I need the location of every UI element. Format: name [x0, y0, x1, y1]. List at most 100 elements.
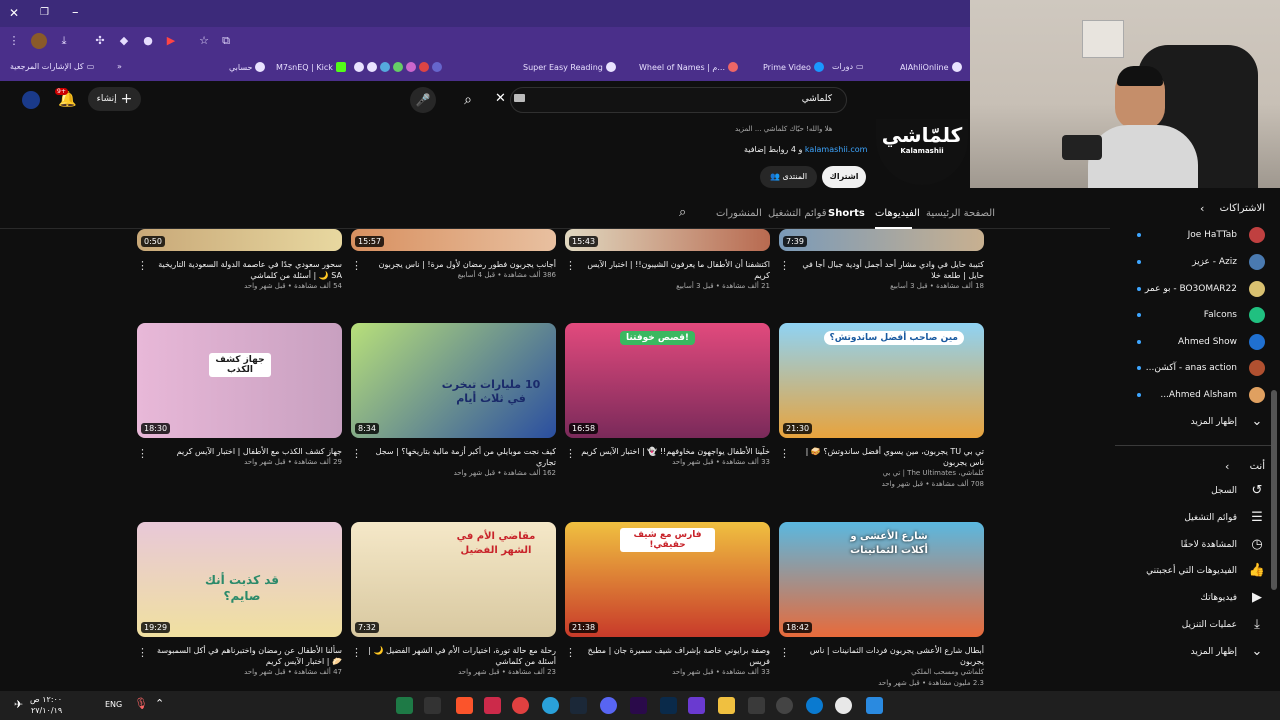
tab-shorts[interactable]: Shorts	[828, 208, 865, 219]
video-thumbnail[interactable]: قصص خوفتنا! 16:58	[565, 323, 770, 438]
more-options-icon[interactable]: ⋮	[137, 259, 148, 272]
profile-avatar-icon[interactable]	[31, 33, 47, 49]
app-icon[interactable]	[688, 697, 705, 714]
start-icon[interactable]	[866, 697, 883, 714]
video-thumbnail[interactable]: شارع الأعشى و أكلات الثمانينات 18:42	[779, 522, 984, 637]
account-avatar[interactable]	[22, 91, 40, 109]
video-thumbnail[interactable]: قد كذبت أنك صايم؟ 19:29	[137, 522, 342, 637]
more-options-icon[interactable]: ⋮	[565, 447, 576, 460]
sidebar-sub-item[interactable]: Falcons	[1115, 303, 1265, 327]
sidebar-sub-item[interactable]: Ahmed Show	[1115, 330, 1265, 354]
sidebar-item-history[interactable]: ↺ السجل	[1115, 479, 1265, 503]
you-header[interactable]: أنت ›	[1115, 454, 1265, 478]
premiere-icon[interactable]	[630, 697, 647, 714]
extension-icon[interactable]: ◆	[116, 33, 132, 49]
subscriptions-header[interactable]: الاشتراكات ›	[1115, 196, 1265, 220]
app-icon[interactable]	[424, 697, 441, 714]
voice-search-icon[interactable]: 🎤	[410, 87, 436, 113]
video-card[interactable]: مين صاحب أفضل ساندوتش؟ 21:30 تي بي TU يج…	[779, 323, 984, 490]
video-thumbnail[interactable]: فارس مع شيف حقيقي! 21:38	[565, 522, 770, 637]
video-thumbnail[interactable]: مين صاحب أفضل ساندوتش؟ 21:30	[779, 323, 984, 438]
brave-icon[interactable]	[456, 697, 473, 714]
video-channel[interactable]: كلماشي، The Ultimates | تي بي	[779, 468, 984, 479]
extensions-icon[interactable]: ✣	[92, 33, 108, 49]
more-options-icon[interactable]: ⋮	[351, 259, 362, 272]
more-options-icon[interactable]: ⋮	[565, 259, 576, 272]
video-card[interactable]: 15:43 اكتشفنا أن الأطفال ما يعرفون الشيب…	[565, 229, 770, 292]
more-options-icon[interactable]: ⋮	[779, 447, 790, 460]
video-channel[interactable]: كلماشي ومسحب الملكي	[779, 667, 984, 678]
sidebar-sub-item[interactable]: Joe HaTTab	[1115, 223, 1265, 247]
tab-home[interactable]: الصفحة الرئيسية	[926, 208, 995, 219]
app-icon[interactable]	[512, 697, 529, 714]
video-thumbnail[interactable]: مقاضي الأم في الشهر الفضيل 7:32	[351, 522, 556, 637]
search-icon[interactable]: ⌕	[455, 87, 481, 113]
more-options-icon[interactable]: ⋮	[779, 259, 790, 272]
video-title[interactable]: كتيبة حايل في وادي مشار أحد أجمل أودية ج…	[779, 259, 984, 281]
channel-logo[interactable]: كلمّاشي Kalamashii	[876, 119, 968, 185]
telegram-icon[interactable]	[542, 697, 559, 714]
bookmark-item[interactable]: AlAhliOnline	[900, 62, 962, 72]
channel-search-icon[interactable]: ⌕	[679, 205, 686, 220]
video-card[interactable]: جهاز كشف الكذب 18:30 جهاز كشف الكذب مع ا…	[137, 323, 342, 468]
video-card[interactable]: 0:50 سحور سعودي جدًا في عاصمة الدولة الس…	[137, 229, 342, 292]
file-explorer-icon[interactable]	[718, 697, 735, 714]
show-more-subscriptions[interactable]: ⌄ إظهار المزيد	[1115, 410, 1265, 434]
tab-videos[interactable]: الفيديوهات	[875, 208, 920, 219]
create-button[interactable]: إنشاء +	[88, 87, 141, 111]
restore-window-icon[interactable]: ❐	[40, 7, 49, 18]
app-icon[interactable]	[484, 697, 501, 714]
steam-icon[interactable]	[570, 697, 587, 714]
sidebar-item-watch-later[interactable]: ◷ المشاهدة لاحقًا	[1115, 533, 1265, 557]
edge-icon[interactable]	[806, 697, 823, 714]
channel-description[interactable]: هلا والله! حيّاك كلماشي ... المزيد	[735, 125, 832, 133]
bookmark-item[interactable]: دورات ▭	[832, 62, 864, 71]
excel-icon[interactable]	[396, 697, 413, 714]
video-title[interactable]: أجانب يجربون فطور رمضان لأول مرة! | ناس …	[351, 259, 556, 270]
video-title[interactable]: اكتشفنا أن الأطفال ما يعرفون الشيبون!! |…	[565, 259, 770, 281]
video-title[interactable]: تي بي TU يجربون، مين يسوي أفضل ساندوتش؟ …	[779, 446, 984, 468]
photoshop-icon[interactable]	[660, 697, 677, 714]
scrollbar[interactable]	[1271, 390, 1277, 590]
bookmark-item[interactable]: Super Easy Reading	[523, 62, 616, 72]
discord-icon[interactable]	[600, 697, 617, 714]
video-card[interactable]: 10 مليارات تبخرت في ثلاث أيام 8:34 كيف ن…	[351, 323, 556, 479]
install-app-icon[interactable]: ⧉	[218, 33, 234, 49]
video-card[interactable]: فارس مع شيف حقيقي! 21:38 وصفة برايوني خا…	[565, 522, 770, 678]
video-title[interactable]: رحلة مع حالة تورة، اختيارات الأم في الشه…	[351, 645, 556, 667]
more-bookmarks-icon[interactable]: »	[117, 62, 122, 71]
more-options-icon[interactable]: ⋮	[137, 646, 148, 659]
youtube-extension-icon[interactable]: ▶	[163, 33, 179, 49]
tab-playlists[interactable]: قوائم التشغيل	[768, 208, 827, 219]
store-icon[interactable]	[748, 697, 765, 714]
show-more-you[interactable]: ⌄ إظهار المزيد	[1115, 640, 1265, 664]
clear-search-icon[interactable]: ✕	[495, 91, 506, 106]
keyboard-icon[interactable]	[514, 94, 525, 102]
sidebar-item-downloads[interactable]: ⤓ عمليات التنزيل	[1115, 613, 1265, 637]
sidebar-item-liked[interactable]: 👍 الفيديوهات التي أعجبتني	[1115, 559, 1265, 583]
sidebar-sub-item[interactable]: Ahmed Alsham...	[1115, 383, 1265, 407]
video-thumbnail[interactable]: 10 مليارات تبخرت في ثلاث أيام 8:34	[351, 323, 556, 438]
video-title[interactable]: وصفة برايوني خاصة بإشراف شيف سميرة جان |…	[565, 645, 770, 667]
minimize-window-icon[interactable]: –	[72, 5, 79, 20]
more-options-icon[interactable]: ⋮	[351, 646, 362, 659]
more-options-icon[interactable]: ⋮	[351, 447, 362, 460]
bookmark-star-icon[interactable]: ☆	[196, 33, 212, 49]
tab-posts[interactable]: المنشورات	[716, 208, 762, 219]
video-card[interactable]: شارع الأعشى و أكلات الثمانينات 18:42 أبط…	[779, 522, 984, 689]
clock[interactable]: ١٢:٠٠ ص ٢٧/١٠/١٩	[30, 694, 62, 716]
chrome-icon[interactable]	[835, 697, 852, 714]
sidebar-item-your-videos[interactable]: ▶ فيديوهاتك	[1115, 586, 1265, 610]
microphone-icon[interactable]: 🎙	[134, 697, 148, 710]
video-card[interactable]: مقاضي الأم في الشهر الفضيل 7:32 رحلة مع …	[351, 522, 556, 678]
bookmark-item[interactable]: Wheel of Names | م...	[639, 62, 738, 72]
menu-dots-icon[interactable]: ⋮	[6, 33, 22, 49]
video-card[interactable]: 15:57 أجانب يجربون فطور رمضان لأول مرة! …	[351, 229, 556, 281]
video-title[interactable]: كيف نجت موبايلي من أكبر أزمة مالية بتاري…	[351, 446, 556, 468]
download-icon[interactable]: ⤓	[56, 33, 72, 49]
sidebar-sub-item[interactable]: Aziz - عزيز	[1115, 250, 1265, 274]
bookmark-item[interactable]: حسابي	[229, 62, 266, 72]
video-title[interactable]: جهاز كشف الكذب مع الأطفال | اختبار الآيس…	[137, 446, 342, 457]
video-card[interactable]: قصص خوفتنا! 16:58 خلّينا الأطفال يواجهون…	[565, 323, 770, 468]
bookmark-icons-group[interactable]	[354, 62, 442, 72]
